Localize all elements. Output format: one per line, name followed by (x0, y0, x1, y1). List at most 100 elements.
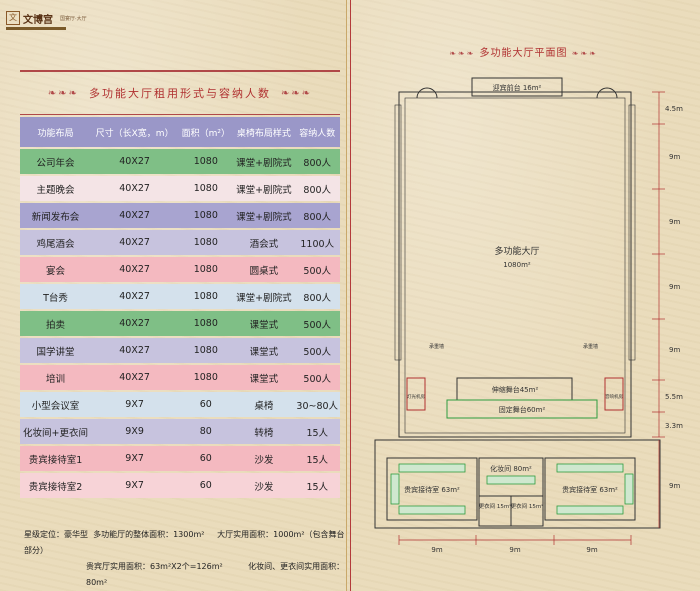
table-cell: 40X27 (90, 230, 179, 255)
table-cell: 化妆间+更衣间 (20, 419, 91, 444)
logo-sub: 国宴厅·大厅 (60, 15, 87, 22)
right-window-band (628, 104, 636, 361)
dressing-2-label: 更衣间 15m² (511, 502, 544, 510)
table-cell: 800人 (294, 149, 340, 174)
table-cell: 9X7 (90, 392, 179, 417)
table-cell: 500人 (294, 311, 340, 336)
dressing-room-1 (478, 495, 512, 527)
dim-label-right: 3.3m (665, 422, 683, 430)
dim-label-bottom: 9m (431, 546, 442, 554)
table-row: 鸡尾酒会 40X27 1080 酒会式 1100人 (20, 230, 340, 255)
table-cell: 1080 (178, 230, 234, 255)
table-row: 培训 40X27 1080 课堂式 500人 (20, 365, 340, 390)
sofa-row-icon (398, 463, 466, 473)
table-row: 贵宾接待室1 9X7 60 沙发 15人 (20, 446, 340, 471)
dim-label-right: 9m (669, 218, 680, 226)
table-cell: 课堂+剧院式 (233, 284, 295, 309)
table-cell: 1080 (178, 176, 234, 201)
table-cell: 15人 (294, 473, 340, 498)
table-cell: 酒会式 (233, 230, 295, 255)
table-cell: 9X7 (90, 446, 179, 471)
dim-label-right: 4.5m (665, 105, 683, 113)
table-cell: 40X27 (90, 257, 179, 282)
table-cell: 培训 (20, 365, 91, 390)
table-title: 多功能大厅租用形式与容纳人数 (89, 87, 271, 100)
table-row: T台秀 40X27 1080 课堂+剧院式 800人 (20, 284, 340, 309)
table-cell: 公司年会 (20, 149, 91, 174)
table-cell: 60 (178, 473, 234, 498)
sofa-side-icon (390, 473, 400, 505)
table-cell: 课堂式 (233, 311, 295, 336)
table-cell: 沙发 (233, 473, 295, 498)
table-cell: 课堂+剧院式 (233, 149, 295, 174)
table-cell: 沙发 (233, 446, 295, 471)
dim-label-bottom: 9m (586, 546, 597, 554)
dim-label-bottom: 9m (509, 546, 520, 554)
table-cell: 圆桌式 (233, 257, 295, 282)
ornament-left-icon: ❧❧❧ (47, 87, 79, 99)
table-row: 主题晚会 40X27 1080 课堂+剧院式 800人 (20, 176, 340, 201)
table-cell: 转椅 (233, 419, 295, 444)
table-cell: 1080 (178, 149, 234, 174)
table-cell: 课堂式 (233, 338, 295, 363)
table-cell: 80 (178, 419, 234, 444)
table-row: 国学讲堂 40X27 1080 课堂式 500人 (20, 338, 340, 363)
table-cell: T台秀 (20, 284, 91, 309)
table-cell: 主题晚会 (20, 176, 91, 201)
table-cell: 1100人 (294, 230, 340, 255)
table-header: 功能布局 (20, 117, 91, 147)
footer-total-area: 多功能厅的整体面积：1300m² (93, 530, 205, 539)
control-right-label: 音响机房 (605, 393, 623, 400)
table-cell: 40X27 (90, 338, 179, 363)
table-cell: 60 (178, 392, 234, 417)
table-cell: 40X27 (90, 365, 179, 390)
sofa-row-icon (398, 505, 466, 515)
table-row: 贵宾接待室2 9X7 60 沙发 15人 (20, 473, 340, 498)
table-row: 拍卖 40X27 1080 课堂式 500人 (20, 311, 340, 336)
table-cell: 15人 (294, 419, 340, 444)
logo-name: 文博宫 (23, 14, 53, 26)
fixed-stage-label: 固定舞台60m² (499, 405, 546, 414)
pillar-right-label: 承重墙 (583, 343, 598, 350)
table-cell: 鸡尾酒会 (20, 230, 91, 255)
table-cell: 1080 (178, 311, 234, 336)
footer-notes: 星级定位：豪华型 多功能厅的整体面积：1300m² 大厅实用面积：1000m²（… (24, 527, 346, 591)
table-cell: 贵宾接待室2 (20, 473, 91, 498)
table-header-row: 功能布局 尺寸（长X宽，m） 面积（m²） 桌椅布局样式 容纳人数 (20, 117, 340, 147)
door-top-right-icon (596, 87, 618, 99)
table-cell: 1080 (178, 203, 234, 228)
table-cell: 小型会议室 (20, 392, 91, 417)
sofa-row-icon (556, 505, 624, 515)
table-cell: 500人 (294, 365, 340, 390)
floor-plan: 迎宾前台 16m² 多功能大厅 1080m² 伸缩舞台45m² 固定舞台60m²… (374, 77, 683, 554)
pillar-left-label: 承重墙 (429, 343, 444, 350)
dressing-1-label: 更衣间 15m² (479, 502, 512, 510)
extendable-stage-label: 伸缩舞台45m² (492, 385, 539, 394)
dim-label-right: 9m (669, 153, 680, 161)
hall-area-label: 1080m² (503, 261, 531, 269)
control-left-label: 灯光机房 (407, 393, 425, 400)
table-cell: 40X27 (90, 149, 179, 174)
table-row: 宴会 40X27 1080 圆桌式 500人 (20, 257, 340, 282)
table-cell: 800人 (294, 284, 340, 309)
rental-table-panel: ❧❧❧ 多功能大厅租用形式与容纳人数 ❧❧❧ 功能布局 尺寸（长X宽，m） 面积… (20, 70, 340, 500)
left-window-band (394, 104, 402, 361)
dim-label-right: 5.5m (665, 393, 683, 401)
table-cell: 1080 (178, 257, 234, 282)
dressing-room-2 (510, 495, 544, 527)
table-row: 小型会议室 9X7 60 桌椅 30~80人 (20, 392, 340, 417)
makeup-label: 化妆间 80m² (490, 464, 532, 473)
table-cell: 30~80人 (294, 392, 340, 417)
logo-underline (6, 27, 66, 30)
logo: 文 文博宫 国宴厅·大厅 (6, 10, 87, 26)
table-cell: 800人 (294, 176, 340, 201)
table-cell: 宴会 (20, 257, 91, 282)
door-top-left-icon (416, 87, 438, 99)
dim-label-right: 9m (669, 482, 680, 490)
rental-table: 功能布局 尺寸（长X宽，m） 面积（m²） 桌椅布局样式 容纳人数 公司年会 40… (20, 115, 340, 500)
table-cell: 800人 (294, 203, 340, 228)
table-cell: 拍卖 (20, 311, 91, 336)
table-cell: 500人 (294, 338, 340, 363)
logo-mark-icon: 文 (6, 11, 20, 25)
table-cell: 9X7 (90, 473, 179, 498)
